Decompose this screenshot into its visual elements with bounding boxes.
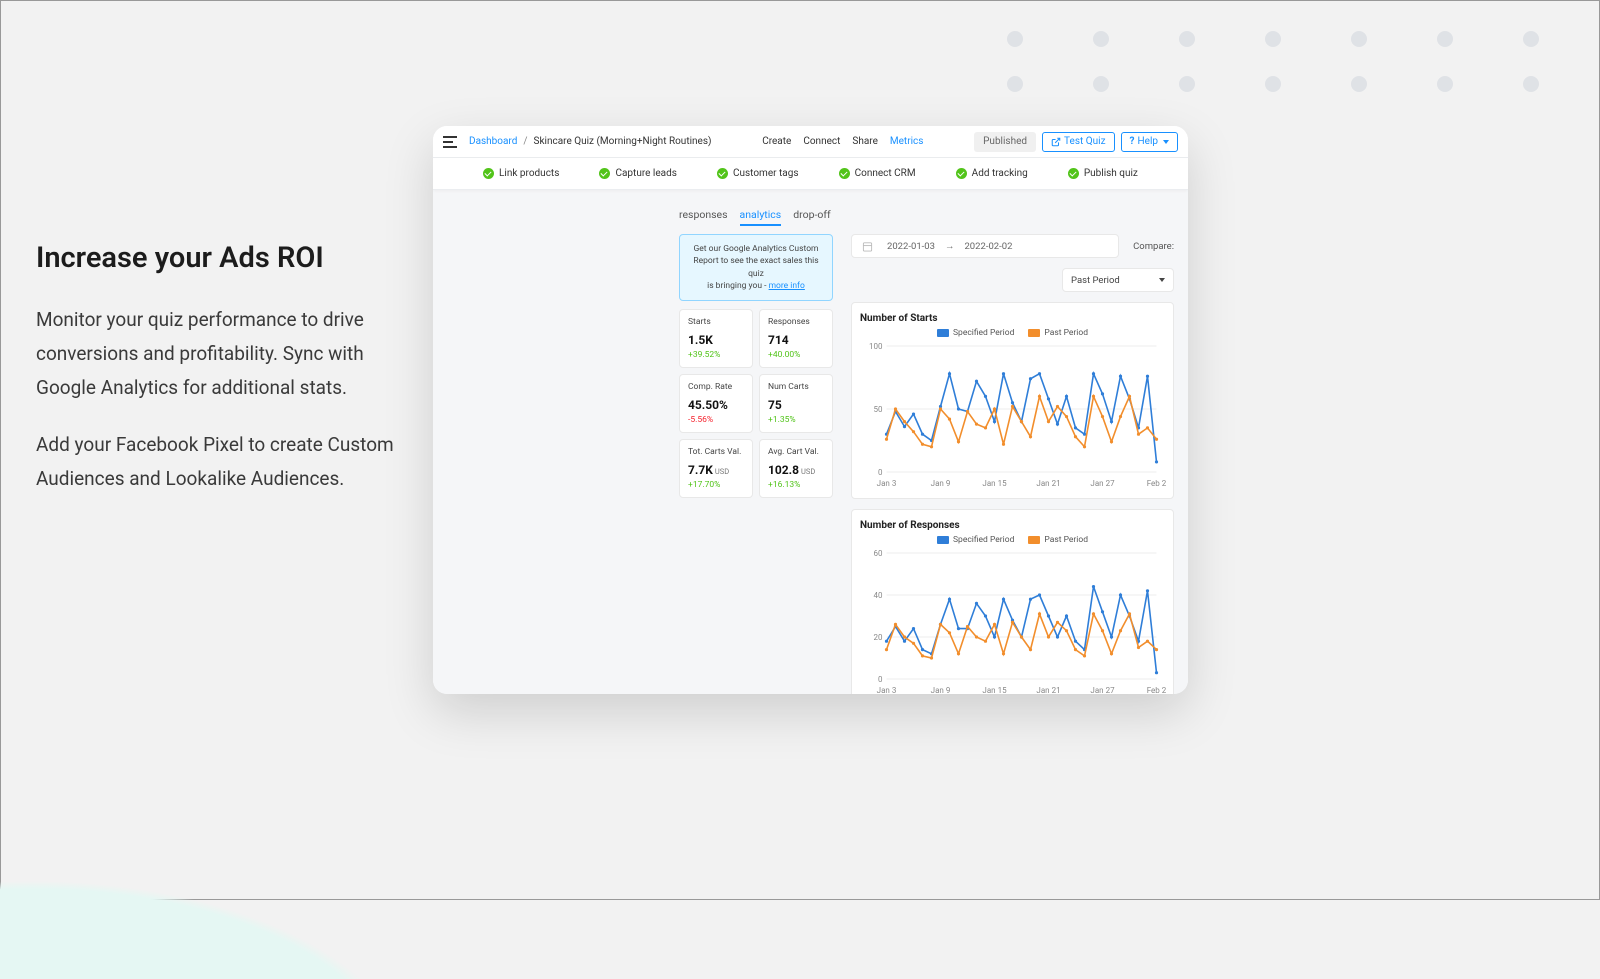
svg-text:Jan 3: Jan 3 bbox=[877, 686, 897, 694]
date-to: 2022-02-02 bbox=[964, 241, 1012, 252]
metric-delta: +1.35% bbox=[768, 415, 824, 425]
marketing-para2: Add your Facebook Pixel to create Custom… bbox=[36, 428, 416, 496]
nav-metrics[interactable]: Metrics bbox=[890, 136, 924, 147]
metric-card[interactable]: Comp. Rate 45.50% -5.56% bbox=[679, 374, 753, 433]
compare-select[interactable]: Past Period bbox=[1062, 268, 1174, 292]
chart-title: Number of Responses bbox=[860, 520, 1165, 531]
decoration-dots-row1 bbox=[1007, 31, 1539, 47]
metric-label: Responses bbox=[768, 317, 824, 327]
chart-legend: Specified Period Past Period bbox=[860, 328, 1165, 338]
check-icon bbox=[483, 168, 494, 179]
svg-text:Jan 9: Jan 9 bbox=[931, 686, 951, 694]
breadcrumb-dashboard[interactable]: Dashboard bbox=[469, 136, 517, 147]
chart-title: Number of Starts bbox=[860, 313, 1165, 324]
test-quiz-button[interactable]: Test Quiz bbox=[1042, 132, 1114, 152]
chart-legend: Specified Period Past Period bbox=[860, 535, 1165, 545]
compare-label: Compare: bbox=[1133, 241, 1174, 252]
step-customer-tags[interactable]: Customer tags bbox=[717, 168, 799, 179]
date-range-picker[interactable]: 2022-01-03 → 2022-02-02 bbox=[851, 234, 1119, 258]
tab-dropoff[interactable]: drop-off bbox=[793, 208, 830, 226]
metric-card[interactable]: Avg. Cart Val. 102.8USD +16.13% bbox=[759, 439, 833, 498]
metric-value: 45.50% bbox=[688, 398, 728, 412]
metrics-subtabs: responses analytics drop-off bbox=[679, 208, 1188, 226]
marketing-heading: Increase your Ads ROI bbox=[36, 241, 416, 275]
check-icon bbox=[599, 168, 610, 179]
setup-steps: Link products Capture leads Customer tag… bbox=[433, 158, 1188, 190]
metric-card[interactable]: Tot. Carts Val. 7.7KUSD +17.70% bbox=[679, 439, 753, 498]
metric-delta: +40.00% bbox=[768, 350, 824, 360]
metric-value: 102.8 bbox=[768, 463, 799, 477]
tab-responses[interactable]: responses bbox=[679, 208, 728, 226]
app-topbar: Dashboard / Skincare Quiz (Morning+Night… bbox=[433, 126, 1188, 158]
nav-share[interactable]: Share bbox=[852, 136, 877, 147]
check-icon bbox=[1068, 168, 1079, 179]
svg-text:Jan 15: Jan 15 bbox=[982, 479, 1007, 488]
metric-label: Avg. Cart Val. bbox=[768, 447, 824, 457]
nav-connect[interactable]: Connect bbox=[803, 136, 840, 147]
svg-text:20: 20 bbox=[874, 633, 883, 642]
marketing-para1: Monitor your quiz performance to drive c… bbox=[36, 303, 416, 406]
svg-text:40: 40 bbox=[874, 591, 883, 600]
chevron-down-icon bbox=[1163, 140, 1169, 144]
app-screenshot: Dashboard / Skincare Quiz (Morning+Night… bbox=[433, 126, 1188, 694]
svg-text:Jan 15: Jan 15 bbox=[982, 686, 1007, 694]
metric-value: 7.7K bbox=[688, 463, 713, 477]
svg-text:Feb 2: Feb 2 bbox=[1147, 686, 1167, 694]
step-capture-leads[interactable]: Capture leads bbox=[599, 168, 676, 179]
svg-text:Feb 2: Feb 2 bbox=[1147, 479, 1167, 488]
svg-text:0: 0 bbox=[878, 468, 883, 477]
svg-text:Jan 9: Jan 9 bbox=[931, 479, 951, 488]
nav-create[interactable]: Create bbox=[762, 136, 791, 147]
step-link-products[interactable]: Link products bbox=[483, 168, 559, 179]
check-icon bbox=[956, 168, 967, 179]
chart-starts: Number of Starts Specified Period Past P… bbox=[851, 302, 1174, 499]
chart-responses: Number of Responses Specified Period Pas… bbox=[851, 509, 1174, 694]
svg-text:0: 0 bbox=[878, 675, 883, 684]
step-publish-quiz[interactable]: Publish quiz bbox=[1068, 168, 1138, 179]
svg-text:60: 60 bbox=[874, 549, 883, 558]
breadcrumb: Dashboard / Skincare Quiz (Morning+Night… bbox=[469, 136, 712, 147]
chevron-down-icon bbox=[1159, 278, 1165, 282]
svg-text:Jan 21: Jan 21 bbox=[1036, 686, 1060, 694]
metric-delta: -5.56% bbox=[688, 415, 744, 425]
metric-card[interactable]: Starts 1.5K +39.52% bbox=[679, 309, 753, 368]
metric-delta: +39.52% bbox=[688, 350, 744, 360]
svg-text:Jan 27: Jan 27 bbox=[1090, 686, 1115, 694]
step-connect-crm[interactable]: Connect CRM bbox=[839, 168, 916, 179]
metric-value: 1.5K bbox=[688, 333, 713, 347]
check-icon bbox=[839, 168, 850, 179]
breadcrumb-sep: / bbox=[523, 136, 527, 147]
calendar-icon bbox=[862, 241, 873, 252]
date-from: 2022-01-03 bbox=[887, 241, 935, 252]
help-button[interactable]: ? Help bbox=[1121, 132, 1178, 152]
metric-label: Tot. Carts Val. bbox=[688, 447, 744, 457]
svg-text:50: 50 bbox=[874, 405, 883, 414]
metric-value: 714 bbox=[768, 333, 789, 347]
metric-card[interactable]: Num Carts 75 +1.35% bbox=[759, 374, 833, 433]
step-add-tracking[interactable]: Add tracking bbox=[956, 168, 1028, 179]
breadcrumb-current: Skincare Quiz (Morning+Night Routines) bbox=[534, 136, 712, 147]
external-icon bbox=[1051, 137, 1061, 147]
status-published: Published bbox=[974, 132, 1036, 152]
decoration-dots-row2 bbox=[1007, 76, 1539, 92]
metric-delta: +16.13% bbox=[768, 480, 824, 490]
svg-text:100: 100 bbox=[869, 342, 883, 351]
tab-analytics[interactable]: analytics bbox=[740, 208, 782, 226]
check-icon bbox=[717, 168, 728, 179]
marketing-copy: Increase your Ads ROI Monitor your quiz … bbox=[36, 241, 416, 518]
top-nav: Create Connect Share Metrics bbox=[712, 136, 975, 147]
google-analytics-tip: Get our Google Analytics Custom Report t… bbox=[679, 234, 833, 301]
metric-label: Num Carts bbox=[768, 382, 824, 392]
ga-more-info-link[interactable]: more info bbox=[769, 281, 805, 291]
metric-delta: +17.70% bbox=[688, 480, 744, 490]
question-icon: ? bbox=[1130, 136, 1135, 147]
metric-label: Comp. Rate bbox=[688, 382, 744, 392]
metric-label: Starts bbox=[688, 317, 744, 327]
metric-value: 75 bbox=[768, 398, 782, 412]
svg-text:Jan 3: Jan 3 bbox=[877, 479, 897, 488]
svg-text:Jan 27: Jan 27 bbox=[1090, 479, 1115, 488]
menu-icon[interactable] bbox=[443, 136, 457, 148]
svg-text:Jan 21: Jan 21 bbox=[1036, 479, 1060, 488]
metric-card[interactable]: Responses 714 +40.00% bbox=[759, 309, 833, 368]
